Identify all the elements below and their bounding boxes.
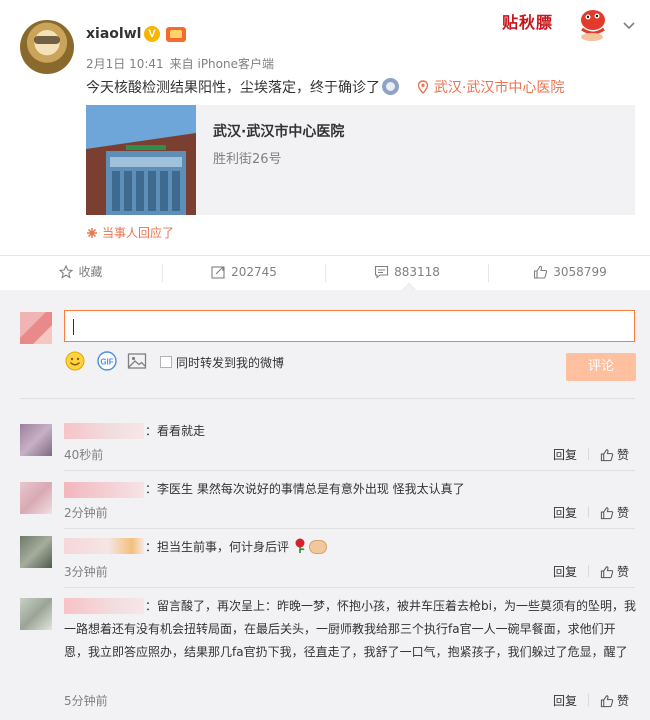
like-icon bbox=[600, 507, 614, 520]
svg-text:GIF: GIF bbox=[100, 358, 113, 367]
smiley-icon[interactable] bbox=[64, 350, 86, 372]
location-link[interactable]: 武汉·武汉市中心医院 bbox=[434, 80, 564, 96]
like-label: 赞 bbox=[617, 694, 630, 708]
comment-text: ：李医生 果然每次说好的事情总是有意外出现 怪我太认真了 bbox=[145, 482, 465, 496]
comment-text-body: ：担当生前事，何计身后评 bbox=[145, 540, 290, 554]
comment-section: GIF 同时转发到我的微博 评论 ：看看就走 40秒前 回复 赞 ：李医生 果然… bbox=[0, 290, 650, 720]
divider bbox=[64, 470, 635, 471]
star-outline-icon bbox=[59, 264, 74, 279]
favorite-button[interactable]: 收藏 bbox=[0, 256, 162, 288]
like-icon bbox=[600, 566, 614, 579]
replied-notice[interactable]: 当事人回应了 bbox=[86, 224, 174, 241]
action-divider bbox=[588, 506, 589, 518]
place-address: 胜利街26号 bbox=[213, 152, 282, 167]
comment-icon bbox=[375, 265, 389, 279]
place-photo bbox=[86, 105, 196, 215]
commenter-avatar[interactable] bbox=[20, 536, 52, 568]
verified-icon: V bbox=[144, 26, 160, 42]
post-time[interactable]: 2月1日 10:41 bbox=[86, 57, 164, 71]
crab-decoration-icon bbox=[581, 10, 605, 41]
repost-count: 202745 bbox=[231, 265, 277, 279]
action-divider bbox=[588, 448, 589, 460]
repost-button[interactable]: 202745 bbox=[163, 256, 325, 288]
member-badge-icon[interactable] bbox=[166, 27, 186, 42]
place-card[interactable]: 武汉·武汉市中心医院 胜利街26号 bbox=[86, 105, 635, 215]
post-source: 来自 iPhone客户端 bbox=[169, 57, 274, 71]
forward-label: 同时转发到我的微博 bbox=[176, 356, 285, 370]
reply-button[interactable]: 回复 bbox=[553, 692, 577, 709]
comment-time: 2分钟前 bbox=[64, 506, 108, 520]
like-label: 赞 bbox=[617, 565, 630, 579]
comment-like-button[interactable]: 赞 bbox=[600, 563, 629, 580]
action-divider bbox=[588, 694, 589, 706]
comment-text: ：留言酸了，再次呈上：昨晚一梦，怀抱小孩，被井车压着去枪bi，为一些莫须有的坠明… bbox=[64, 599, 636, 659]
comment-count: 883118 bbox=[394, 265, 440, 279]
action-divider bbox=[588, 565, 589, 577]
author-username[interactable]: xiaolwl bbox=[86, 26, 141, 42]
submit-comment-button[interactable]: 评论 bbox=[566, 353, 636, 381]
post-text: 今天核酸检测结果阳性，尘埃落定，终于确诊了 bbox=[86, 80, 380, 96]
reply-button[interactable]: 回复 bbox=[553, 446, 577, 463]
like-icon bbox=[534, 265, 548, 279]
comment-like-button[interactable]: 赞 bbox=[600, 504, 629, 521]
hospital-building-image bbox=[86, 105, 196, 215]
weibo-post: xiaolwl V 2月1日 10:41 来自 iPhone客户端 贴秋膘 今天核… bbox=[0, 0, 650, 255]
post-meta: 2月1日 10:41 来自 iPhone客户端 bbox=[86, 55, 280, 72]
author-avatar[interactable] bbox=[20, 20, 74, 74]
gif-icon[interactable]: GIF bbox=[96, 350, 118, 372]
like-icon bbox=[600, 449, 614, 462]
like-count: 3058799 bbox=[553, 265, 607, 279]
like-icon bbox=[600, 695, 614, 708]
location-pin-icon bbox=[418, 80, 429, 94]
like-label: 赞 bbox=[617, 448, 630, 462]
comment-like-button[interactable]: 赞 bbox=[600, 446, 629, 463]
replied-label: 当事人回应了 bbox=[102, 226, 175, 240]
reply-button[interactable]: 回复 bbox=[553, 504, 577, 521]
commenter-avatar[interactable] bbox=[20, 424, 52, 456]
like-button[interactable]: 3058799 bbox=[489, 256, 650, 288]
chevron-down-icon[interactable] bbox=[621, 17, 637, 33]
divider bbox=[64, 587, 635, 588]
post-content: 今天核酸检测结果阳性，尘埃落定，终于确诊了 武汉·武汉市中心医院 bbox=[86, 78, 564, 98]
comment-time: 5分钟前 bbox=[64, 694, 108, 708]
badge-text: 贴秋膘 bbox=[502, 13, 554, 32]
text-caret bbox=[73, 319, 74, 335]
repost-icon bbox=[211, 266, 225, 279]
favorite-label: 收藏 bbox=[78, 265, 103, 279]
autumn-badge[interactable]: 贴秋膘 bbox=[502, 3, 610, 47]
fist-emoji-icon bbox=[309, 540, 328, 554]
comment-text: ：看看就走 bbox=[145, 424, 206, 438]
forward-checkbox[interactable] bbox=[160, 356, 172, 368]
comment-input[interactable] bbox=[64, 310, 635, 342]
commenter-name[interactable] bbox=[64, 538, 144, 554]
comment-time: 40秒前 bbox=[64, 448, 104, 462]
star-icon bbox=[87, 228, 97, 238]
commenter-avatar[interactable] bbox=[20, 482, 52, 514]
like-label: 赞 bbox=[617, 506, 630, 520]
divider bbox=[20, 398, 635, 399]
commenter-avatar[interactable] bbox=[20, 598, 52, 630]
commenter-name[interactable] bbox=[64, 482, 144, 498]
image-icon[interactable] bbox=[126, 350, 148, 372]
emoji-icon bbox=[382, 78, 399, 95]
comment-like-button[interactable]: 赞 bbox=[600, 692, 629, 709]
comment-text: ：担当生前事，何计身后评 bbox=[145, 536, 328, 559]
comment-time: 3分钟前 bbox=[64, 565, 108, 579]
divider bbox=[64, 528, 635, 529]
commenter-name[interactable] bbox=[64, 423, 144, 439]
rose-emoji-icon bbox=[295, 538, 305, 553]
reply-button[interactable]: 回复 bbox=[553, 563, 577, 580]
place-name[interactable]: 武汉·武汉市中心医院 bbox=[213, 121, 344, 141]
active-tab-arrow bbox=[402, 283, 416, 290]
my-avatar[interactable] bbox=[20, 312, 52, 344]
action-bar: 收藏 202745 883118 3058799 bbox=[0, 255, 650, 288]
